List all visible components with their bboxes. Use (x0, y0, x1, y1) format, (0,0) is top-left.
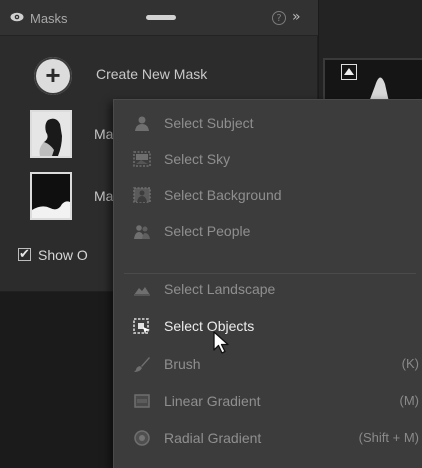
menu-item-select-subject[interactable]: Select Subject (114, 108, 422, 138)
mask-preview-image (32, 112, 70, 156)
create-new-mask-label[interactable]: Create New Mask (96, 66, 207, 82)
drag-handle[interactable] (146, 15, 176, 20)
show-overlay-checkbox[interactable]: ✔ (18, 248, 31, 261)
shadow-clipping-toggle[interactable] (341, 64, 357, 80)
eye-icon[interactable] (10, 12, 24, 22)
show-overlay-toggle[interactable]: ✔ Show O (18, 246, 118, 266)
masks-panel-header: Masks ? » (0, 0, 318, 36)
sky-icon (133, 151, 151, 167)
radial-gradient-icon (134, 430, 150, 446)
mask-preview-image (32, 174, 70, 218)
person-icon (135, 116, 149, 131)
menu-item-select-background[interactable]: Select Background (114, 180, 422, 210)
menu-item-shortcut: (Shift + M) (358, 430, 419, 445)
menu-item-shortcut: (M) (399, 393, 420, 408)
menu-item-select-objects[interactable]: Select Objects (114, 311, 422, 341)
histogram (323, 58, 422, 104)
mask-thumbnail[interactable] (30, 110, 72, 158)
menu-item-label: Linear Gradient (164, 393, 261, 409)
create-new-mask-button[interactable]: + (34, 57, 72, 95)
mask-thumbnail[interactable] (30, 172, 72, 220)
create-mask-menu: Select Subject Select Sky Select Backgro… (113, 99, 422, 468)
mask-name: Ma (94, 126, 114, 142)
menu-item-select-people[interactable]: Select People (114, 216, 422, 246)
menu-item-label: Select Landscape (164, 281, 276, 297)
menu-item-radial-gradient[interactable]: Radial Gradient (Shift + M) (114, 423, 422, 453)
background-icon (133, 187, 151, 203)
panel-title: Masks (30, 11, 68, 26)
mask-name: Ma (94, 188, 114, 204)
menu-item-brush[interactable]: Brush (K) (114, 349, 422, 379)
mask-item[interactable]: Ma (30, 172, 116, 222)
brush-icon (134, 357, 150, 372)
people-icon (134, 225, 150, 239)
plus-icon: + (45, 60, 61, 90)
menu-item-label: Select People (164, 223, 251, 239)
expand-icon[interactable]: » (292, 9, 300, 25)
menu-item-label: Select Background (164, 187, 282, 203)
help-icon[interactable]: ? (272, 11, 286, 25)
mouse-pointer-icon (213, 331, 229, 354)
menu-item-select-sky[interactable]: Select Sky (114, 144, 422, 174)
menu-item-label: Radial Gradient (164, 430, 262, 446)
mask-item[interactable]: Ma (30, 110, 116, 160)
menu-item-shortcut: (K) (401, 356, 419, 371)
menu-item-select-landscape[interactable]: Select Landscape (114, 274, 422, 304)
show-overlay-label: Show O (38, 247, 88, 263)
menu-item-label: Select Subject (164, 115, 254, 131)
landscape-icon (134, 287, 150, 296)
menu-item-label: Brush (164, 356, 201, 372)
histogram-graph (369, 77, 389, 102)
menu-item-linear-gradient[interactable]: Linear Gradient (M) (114, 386, 422, 416)
menu-item-label: Select Objects (164, 318, 255, 334)
objects-icon (133, 318, 150, 334)
linear-gradient-icon (134, 394, 150, 408)
menu-item-label: Select Sky (164, 151, 231, 167)
